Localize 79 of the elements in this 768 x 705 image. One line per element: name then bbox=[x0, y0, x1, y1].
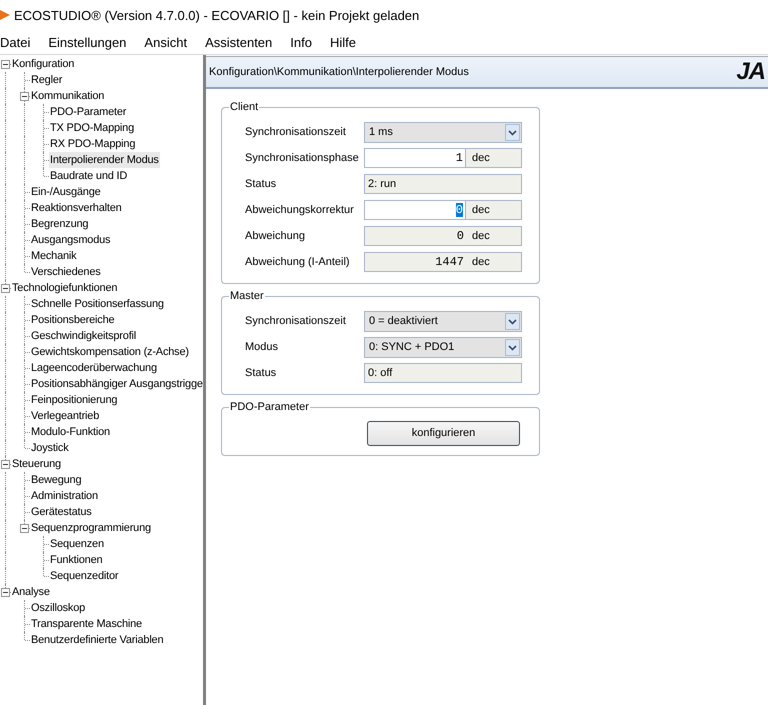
tree-item[interactable]: Positionsbereiche bbox=[30, 312, 116, 328]
tree-item[interactable]: Verlegeantrieb bbox=[30, 408, 100, 424]
tree-item[interactable]: RX PDO-Mapping bbox=[49, 136, 136, 152]
menu-item[interactable]: Info bbox=[281, 34, 321, 50]
menu-item[interactable]: Hilfe bbox=[320, 34, 365, 50]
tree-item[interactable]: Joystick bbox=[30, 440, 70, 456]
dropdown[interactable]: 0 = deaktiviert bbox=[364, 310, 522, 332]
number-input[interactable]: 1 bbox=[365, 149, 466, 167]
number-input[interactable]: 0 bbox=[365, 201, 466, 219]
field-label: Abweichung bbox=[245, 230, 306, 242]
collapse-icon[interactable] bbox=[1, 588, 10, 597]
field-label: Modus bbox=[245, 341, 280, 353]
field-label: Status bbox=[245, 367, 278, 379]
tree-item[interactable]: Sequenzprogrammierung bbox=[30, 520, 152, 536]
tree-item[interactable]: Gewichtskompensation (z-Achse) bbox=[30, 344, 190, 360]
number-readout: 0 bbox=[456, 228, 465, 245]
unit-label: dec bbox=[471, 230, 490, 242]
tree-item[interactable]: Sequenzen bbox=[49, 536, 105, 552]
tree-item[interactable]: Interpolierender Modus bbox=[49, 152, 160, 168]
tree-item[interactable]: Gerätestatus bbox=[30, 504, 93, 520]
tree-item[interactable]: Lageencoderüberwachung bbox=[30, 360, 158, 376]
field-label: Abweichungskorrektur bbox=[245, 204, 355, 216]
tree-item[interactable]: Verschiedenes bbox=[30, 264, 102, 280]
tree-item[interactable]: Mechanik bbox=[30, 248, 78, 264]
tree-item[interactable]: Steuerung bbox=[11, 456, 62, 472]
group-title: Master bbox=[229, 290, 265, 302]
tree-item[interactable]: Technologiefunktionen bbox=[11, 280, 118, 296]
tree-item[interactable]: Modulo-Funktion bbox=[30, 424, 111, 440]
group-title: PDO-Parameter bbox=[229, 401, 310, 413]
number-readout: 1447 bbox=[434, 254, 465, 271]
tree-item[interactable]: Benutzerdefinierte Variablen bbox=[30, 632, 164, 648]
tree-item[interactable]: Begrenzung bbox=[30, 216, 90, 232]
group-title: Client bbox=[229, 101, 260, 113]
tree-item[interactable]: Konfiguration bbox=[11, 56, 76, 72]
collapse-icon[interactable] bbox=[1, 284, 10, 293]
tree-item[interactable]: Ausgangsmodus bbox=[30, 232, 112, 248]
tree-item[interactable]: Transparente Maschine bbox=[30, 616, 143, 632]
tree-item[interactable]: Baudrate und ID bbox=[49, 168, 128, 184]
unit-label: dec bbox=[471, 204, 490, 216]
field-label: Synchronisationszeit bbox=[245, 126, 347, 138]
tree-item[interactable]: Oszilloskop bbox=[30, 600, 86, 616]
tree-item[interactable]: Geschwindigkeitsprofil bbox=[30, 328, 138, 344]
tree-item[interactable]: Bewegung bbox=[30, 472, 82, 488]
menu-item[interactable]: Assistenten bbox=[196, 34, 282, 50]
logo: JA bbox=[736, 58, 765, 86]
tree-item[interactable]: Schnelle Positionserfassung bbox=[30, 296, 165, 312]
status-field: 0: off bbox=[364, 363, 522, 383]
tree-item[interactable]: Funktionen bbox=[49, 552, 104, 568]
tree-item[interactable]: Reaktionsverhalten bbox=[30, 200, 123, 216]
window-title: ECOSTUDIO® (Version 4.7.0.0) - ECOVARIO [] - kein Projekt geladen bbox=[14, 8, 420, 22]
unit-label: dec bbox=[471, 256, 490, 268]
collapse-icon[interactable] bbox=[1, 460, 10, 469]
tree-item[interactable]: Sequenzeditor bbox=[49, 568, 120, 584]
tree-item[interactable]: Administration bbox=[30, 488, 99, 504]
status-field: 2: run bbox=[364, 174, 522, 194]
app-icon bbox=[0, 8, 10, 22]
collapse-icon[interactable] bbox=[20, 524, 29, 533]
field-label: Abweichung (I-Anteil) bbox=[245, 256, 351, 268]
collapse-icon[interactable] bbox=[20, 92, 29, 101]
tree-item[interactable]: Analyse bbox=[11, 584, 51, 600]
tree-item[interactable]: PDO-Parameter bbox=[49, 104, 128, 120]
unit-label: dec bbox=[471, 152, 490, 164]
breadcrumb-path: Konfiguration\Kommunikation\Interpolierender Modus bbox=[208, 66, 469, 78]
tree-item[interactable]: Regler bbox=[30, 72, 64, 88]
tree-item[interactable]: TX PDO-Mapping bbox=[49, 120, 136, 136]
field-label: Synchronisationszeit bbox=[245, 315, 347, 327]
tree-item[interactable]: Positionsabhängiger Ausgangstrigge bbox=[30, 376, 203, 392]
dropdown[interactable]: 1 ms bbox=[364, 122, 522, 142]
configure-button[interactable]: konfigurieren bbox=[367, 420, 520, 446]
collapse-icon[interactable] bbox=[1, 60, 10, 69]
tree-item[interactable]: Ein-/Ausgänge bbox=[30, 184, 102, 200]
dropdown[interactable]: 0: SYNC + PDO1 bbox=[364, 336, 522, 358]
field-label: Status bbox=[245, 178, 278, 190]
menu-item[interactable]: Einstellungen bbox=[39, 34, 136, 50]
tree-item[interactable]: Kommunikation bbox=[30, 88, 106, 104]
menu-item[interactable]: Datei bbox=[0, 34, 40, 50]
field-label: Synchronisationsphase bbox=[245, 152, 360, 164]
tree-item[interactable]: Feinpositionierung bbox=[30, 392, 118, 408]
menu-item[interactable]: Ansicht bbox=[135, 34, 196, 50]
